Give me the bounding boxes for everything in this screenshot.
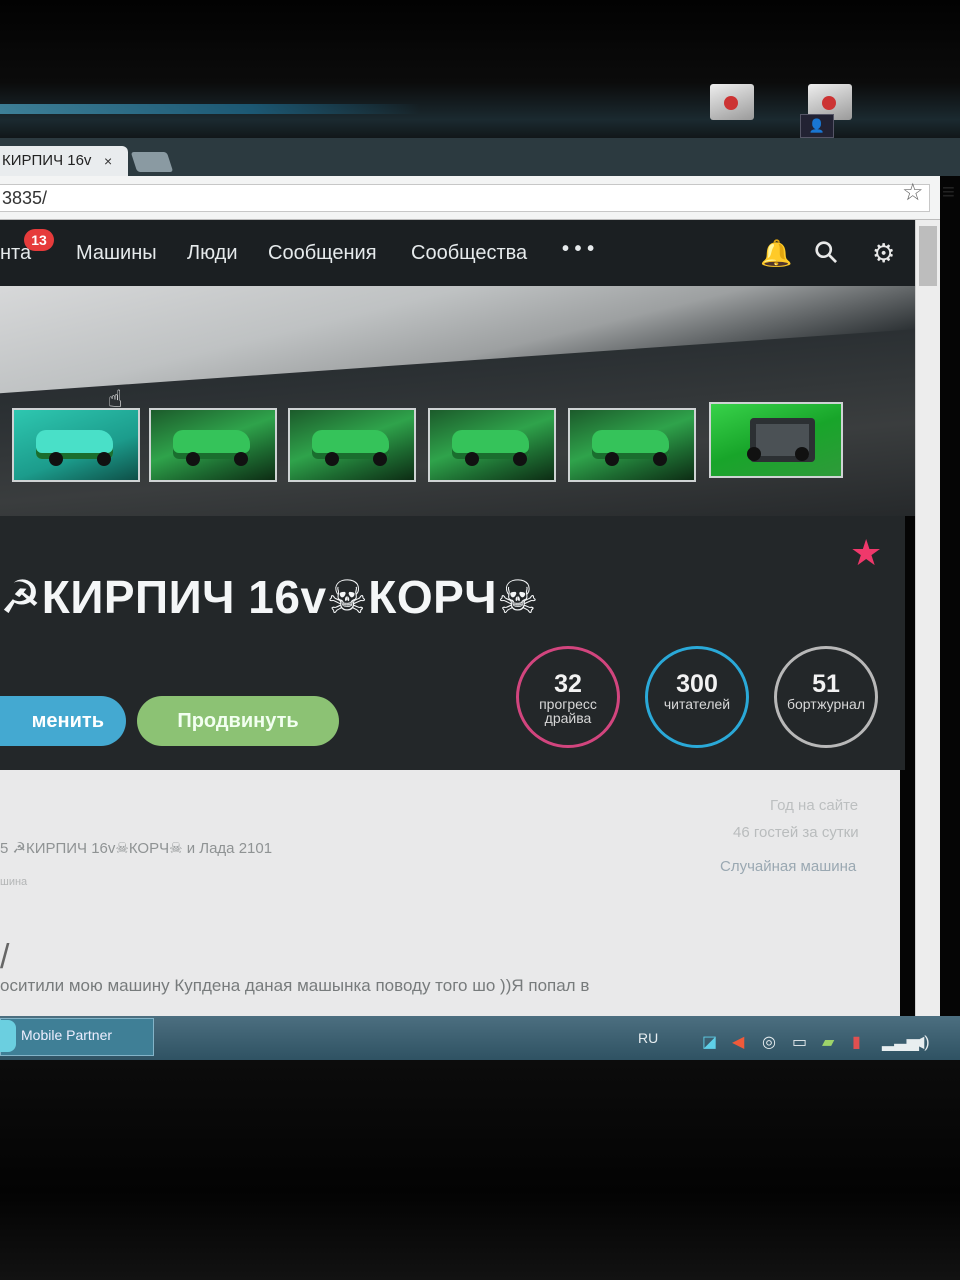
hand-cursor-icon: ☝ bbox=[108, 386, 123, 413]
car-note: шина bbox=[0, 876, 28, 888]
new-tab-button[interactable] bbox=[130, 152, 174, 172]
monitor-bezel bbox=[0, 1060, 960, 1280]
notification-badge: 13 bbox=[24, 229, 54, 251]
guests-per-day: 46 гостей за сутки bbox=[733, 824, 859, 841]
taskbar-app-mobile-partner[interactable]: Mobile Partner bbox=[0, 1018, 154, 1056]
usb-icon[interactable]: ▰ bbox=[822, 1032, 834, 1052]
gallery-thumbnail[interactable] bbox=[288, 408, 416, 482]
url-input[interactable] bbox=[0, 184, 930, 212]
years-on-site: Год на сайте bbox=[770, 797, 859, 814]
browser-tab-active[interactable]: КИРПИЧ 16v × bbox=[0, 146, 128, 176]
cover-photo bbox=[0, 286, 915, 396]
wifi-tray-icon[interactable]: ◪ bbox=[702, 1032, 717, 1052]
desktop-wallpaper-stripe bbox=[0, 104, 420, 114]
tab-close-icon[interactable]: × bbox=[104, 146, 112, 176]
post-text: оситили мою машину Купдена даная машынка… bbox=[0, 976, 590, 995]
change-button[interactable]: менить bbox=[0, 696, 126, 746]
post-heading: / bbox=[0, 938, 10, 976]
user-icon[interactable]: 👤 bbox=[800, 114, 834, 138]
stat-readers[interactable]: 300 читателей bbox=[645, 646, 749, 748]
nav-item-people[interactable]: Люди bbox=[187, 242, 238, 265]
stat-logbook[interactable]: 51 бортжурнал bbox=[774, 646, 878, 748]
address-bar bbox=[0, 176, 940, 220]
stat-label: прогресс bbox=[539, 696, 597, 712]
stat-label: драйва bbox=[544, 710, 592, 726]
browser-tab-bar: КИРПИЧ 16v × bbox=[0, 138, 960, 176]
gallery-thumbnail[interactable] bbox=[149, 408, 277, 482]
nav-more-button[interactable]: • • • bbox=[562, 238, 594, 261]
desktop-shortcut-icon[interactable] bbox=[710, 84, 754, 120]
nav-item-communities[interactable]: Сообщества bbox=[411, 242, 527, 265]
favorite-star-icon[interactable]: ★ bbox=[850, 532, 882, 574]
gear-icon[interactable]: ⚙ bbox=[872, 238, 895, 268]
car-title: ☭КИРПИЧ 16v☠КОРЧ☠ bbox=[0, 571, 539, 623]
mobile-partner-icon bbox=[0, 1020, 16, 1052]
volume-icon[interactable]: ◀) bbox=[912, 1032, 930, 1052]
nav-item-cars[interactable]: Машины bbox=[76, 242, 157, 265]
stat-label: бортжурнал bbox=[787, 696, 865, 712]
stat-value: 32 bbox=[554, 670, 582, 698]
language-indicator[interactable]: RU bbox=[638, 1030, 658, 1046]
gallery-thumbnail[interactable] bbox=[568, 408, 696, 482]
profile-header bbox=[0, 516, 905, 770]
promote-button[interactable]: Продвинуть bbox=[137, 696, 339, 746]
profile-cover bbox=[0, 286, 915, 516]
volume-muted-icon[interactable]: ◀ bbox=[732, 1032, 744, 1052]
bell-icon[interactable]: 🔔 bbox=[760, 238, 792, 268]
gallery-thumbnail[interactable] bbox=[428, 408, 556, 482]
bookmark-star-icon[interactable]: ☆ bbox=[902, 178, 924, 207]
network-icon[interactable]: ◎ bbox=[762, 1032, 776, 1052]
stat-drive-progress[interactable]: 32 прогресс драйва bbox=[516, 646, 620, 748]
taskbar-app-label: Mobile Partner bbox=[21, 1027, 113, 1043]
stat-label: читателей bbox=[663, 696, 731, 712]
nav-item-messages[interactable]: Сообщения bbox=[268, 242, 377, 265]
gallery-thumbnail[interactable] bbox=[12, 408, 140, 482]
security-icon[interactable]: ▮ bbox=[852, 1032, 861, 1052]
tab-title: КИРПИЧ 16v bbox=[2, 152, 92, 169]
page-scrollbar[interactable] bbox=[915, 220, 940, 1016]
stat-value: 300 bbox=[676, 670, 718, 698]
stat-value: 51 bbox=[812, 670, 840, 698]
scrollbar-thumb[interactable] bbox=[919, 226, 937, 286]
browser-menu-icon[interactable]: ≡ bbox=[942, 178, 960, 218]
display-icon[interactable]: ▭ bbox=[792, 1032, 807, 1052]
car-subtitle: 5 ☭КИРПИЧ 16v☠КОРЧ☠ и Лада 2101 bbox=[0, 840, 273, 857]
gallery-thumbnail[interactable] bbox=[709, 402, 843, 478]
random-car-link[interactable]: Случайная машина bbox=[720, 858, 856, 875]
